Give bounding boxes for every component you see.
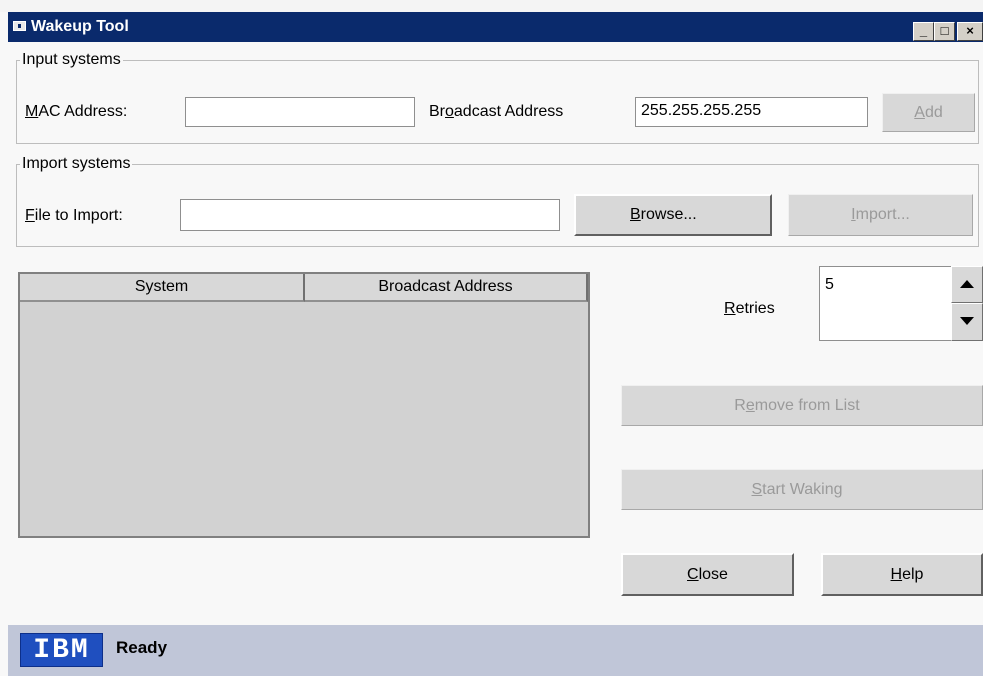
wakeup-tool-window: Wakeup Tool _ □ × Input systems MAC Addr… — [0, 0, 983, 676]
window-app-icon[interactable] — [13, 21, 26, 31]
close-mnemonic: C — [687, 566, 699, 583]
start-mnemonic: S — [751, 481, 763, 498]
status-bar: IBM Ready — [8, 625, 983, 676]
retries-label-text: etries — [735, 300, 775, 317]
browse-mnemonic: B — [630, 206, 641, 223]
title-bar[interactable]: Wakeup Tool _ □ × — [8, 12, 983, 42]
ibm-logo: IBM — [20, 633, 103, 667]
column-header-broadcast-address[interactable]: Broadcast Address — [305, 274, 588, 302]
remove-label-pre: R — [734, 397, 746, 414]
top-edge — [0, 0, 983, 12]
close-icon: × — [966, 23, 974, 38]
browse-label: rowse... — [640, 206, 697, 223]
input-systems-title: Input systems — [20, 51, 123, 69]
close-window-button[interactable]: × — [957, 22, 983, 41]
retries-mnemonic: R — [724, 300, 736, 317]
close-button[interactable]: Close — [621, 553, 794, 596]
mac-address-label: MAC Address: — [25, 103, 127, 121]
retries-label: Retries — [724, 300, 775, 318]
start-waking-button[interactable]: Start Waking — [621, 469, 983, 510]
remove-label-post: move from List — [754, 397, 860, 414]
add-button[interactable]: Add — [882, 93, 975, 132]
import-label: mport... — [855, 206, 910, 223]
add-mnemonic: A — [914, 104, 925, 121]
minimize-icon: _ — [919, 23, 928, 38]
close-label: lose — [698, 566, 728, 583]
window-title: Wakeup Tool — [31, 18, 129, 35]
broadcast-address-input[interactable]: 255.255.255.255 — [635, 97, 868, 127]
minimize-button[interactable]: _ — [913, 22, 934, 41]
browse-button[interactable]: Browse... — [574, 194, 772, 236]
mac-label-mnemonic: M — [25, 103, 39, 120]
broadcast-label-pre: Br — [429, 103, 445, 120]
retries-input[interactable]: 5 — [819, 266, 952, 341]
maximize-button[interactable]: □ — [934, 22, 955, 41]
mac-address-input[interactable] — [185, 97, 415, 127]
import-button[interactable]: Import... — [788, 194, 973, 236]
help-mnemonic: H — [890, 566, 903, 583]
file-label-mnemonic: F — [25, 207, 35, 224]
retries-decrement-button[interactable] — [951, 303, 983, 341]
remove-from-list-button[interactable]: Remove from List — [621, 385, 983, 426]
arrow-up-icon — [960, 280, 974, 288]
start-label: tart Waking — [762, 481, 843, 498]
column-header-system[interactable]: System — [20, 274, 305, 302]
systems-table[interactable]: System Broadcast Address — [18, 272, 590, 538]
status-text: Ready — [116, 638, 168, 657]
file-to-import-label: File to Import: — [25, 207, 123, 225]
maximize-icon: □ — [940, 23, 949, 38]
import-systems-title: Import systems — [20, 155, 133, 173]
help-label: elp — [902, 566, 924, 583]
broadcast-address-label: Broadcast Address — [429, 103, 563, 121]
arrow-down-icon — [960, 317, 974, 325]
file-to-import-input[interactable] — [180, 199, 560, 231]
broadcast-label-post: adcast Address — [453, 103, 564, 120]
retries-increment-button[interactable] — [951, 266, 983, 303]
broadcast-label-mnemonic: o — [445, 103, 454, 120]
mac-label-text: AC Address: — [38, 103, 128, 120]
help-button[interactable]: Help — [821, 553, 983, 596]
remove-mnemonic: e — [745, 397, 755, 414]
add-label: dd — [924, 104, 943, 121]
file-label-text: ile to Import: — [34, 207, 123, 224]
